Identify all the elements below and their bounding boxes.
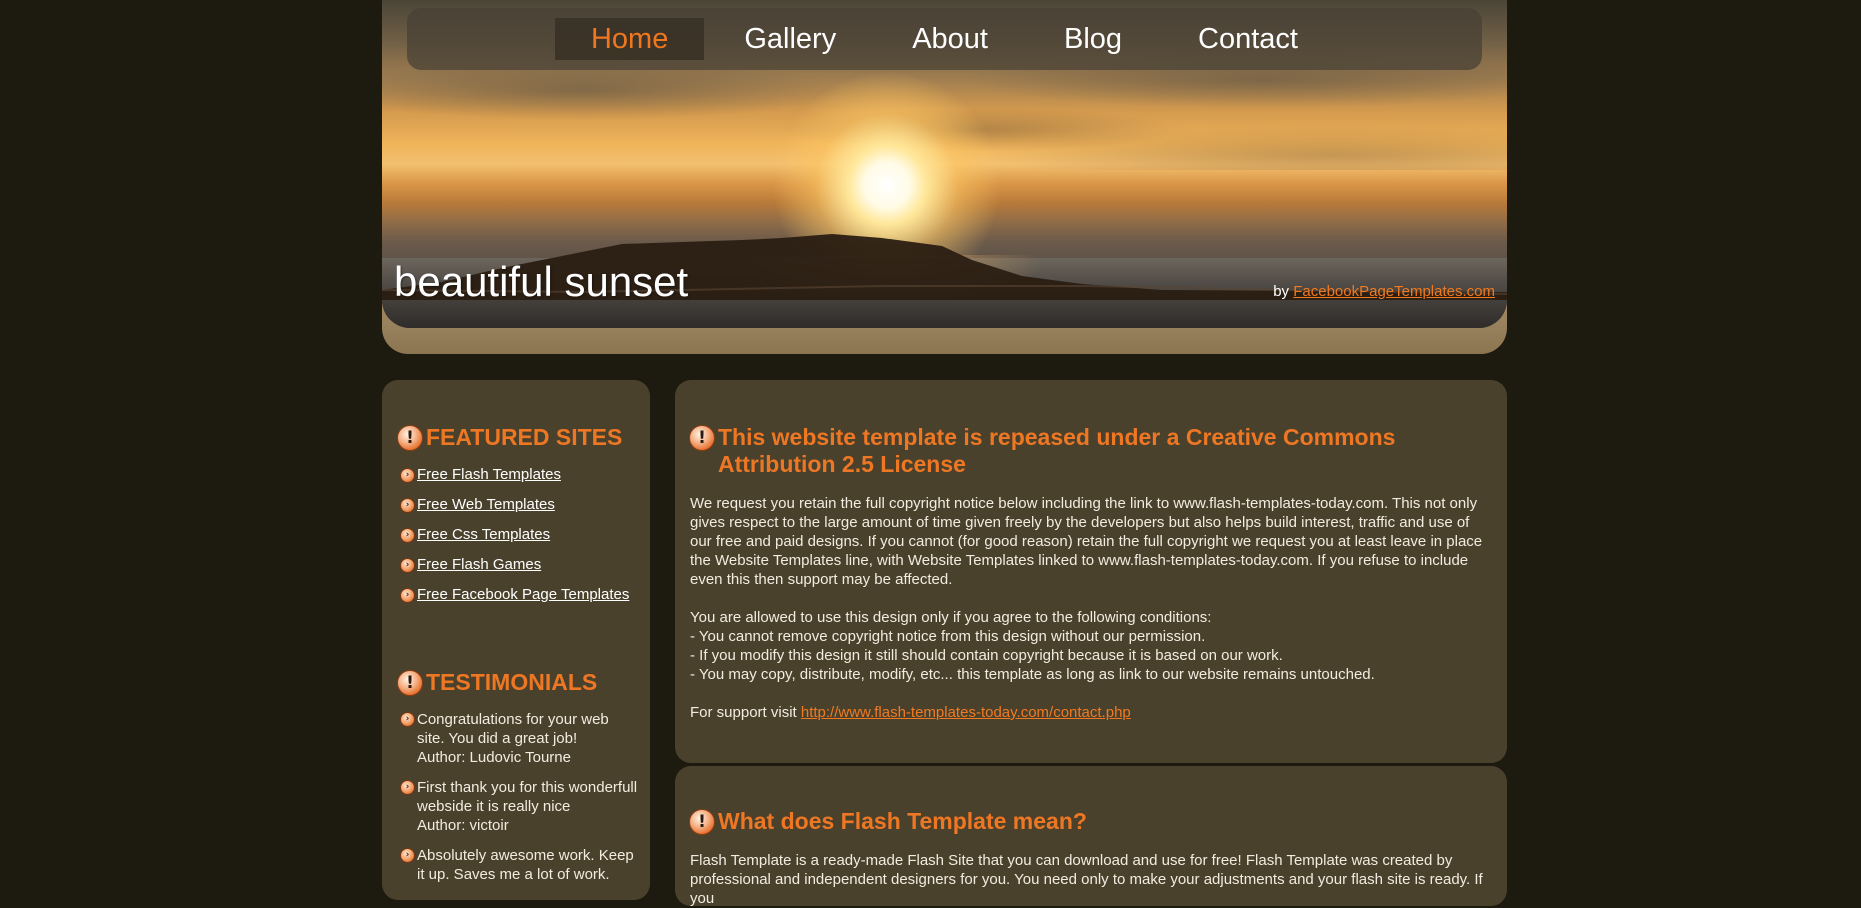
chevron-circle-icon: › <box>400 558 415 573</box>
testimonials-list: › Congratulations for your web site. You… <box>400 710 640 895</box>
license-paragraph: We request you retain the full copyright… <box>690 495 1483 588</box>
main-nav: Home Gallery About Blog Contact <box>407 8 1482 70</box>
license-heading: ! This website template is repeased unde… <box>689 424 1409 478</box>
support-prefix: For support visit <box>690 704 797 721</box>
page-wrapper: Home Gallery About Blog Contact beautifu… <box>382 0 1507 907</box>
flash-template-section: ! What does Flash Template mean? Flash T… <box>675 766 1507 908</box>
testimonial-text: Absolutely awesome work. Keep it up. Sav… <box>417 847 634 883</box>
site-credit: by FacebookPageTemplates.com <box>1273 283 1495 300</box>
link-free-web-templates[interactable]: Free Web Templates <box>417 496 555 513</box>
support-line: For support visit http://www.flash-templ… <box>690 703 1495 722</box>
chevron-circle-icon: › <box>400 780 415 795</box>
nav-item-home[interactable]: Home <box>554 18 705 60</box>
nav-item-gallery[interactable]: Gallery <box>708 18 872 60</box>
site-credit-prefix: by <box>1273 283 1290 300</box>
testimonial-author: Author: Ludovic Tourne <box>417 749 571 766</box>
link-free-flash-templates[interactable]: Free Flash Templates <box>417 466 561 483</box>
sidebar: ! FEATURED SITES › Free Flash Templates … <box>382 380 650 900</box>
header-banner: Home Gallery About Blog Contact beautifu… <box>382 0 1507 328</box>
featured-link-item: › Free Css Templates <box>400 526 640 556</box>
nav-item-about[interactable]: About <box>876 18 1024 60</box>
featured-link-item: › Free Flash Games <box>400 556 640 586</box>
featured-sites-title: FEATURED SITES <box>426 424 623 450</box>
exclamation-circle-icon: ! <box>397 424 423 451</box>
testimonial-author: Author: victoir <box>417 817 509 834</box>
exclamation-circle-icon: ! <box>689 809 715 835</box>
conditions-intro: You are allowed to use this design only … <box>690 609 1212 626</box>
featured-sites-heading: ! FEATURED SITES <box>397 424 622 451</box>
testimonial-item: › Absolutely awesome work. Keep it up. S… <box>400 846 640 884</box>
license-section: ! This website template is repeased unde… <box>675 380 1507 763</box>
flash-title: What does Flash Template mean? <box>718 808 1087 834</box>
testimonials-heading: ! TESTIMONIALS <box>397 669 597 696</box>
link-free-facebook-page-templates[interactable]: Free Facebook Page Templates <box>417 586 629 603</box>
nav-item-blog[interactable]: Blog <box>1028 18 1158 60</box>
link-free-flash-games[interactable]: Free Flash Games <box>417 556 541 573</box>
condition-item: - You cannot remove copyright notice fro… <box>690 628 1206 645</box>
condition-item: - You may copy, distribute, modify, etc.… <box>690 666 1375 683</box>
chevron-circle-icon: › <box>400 498 415 513</box>
chevron-circle-icon: › <box>400 848 415 863</box>
testimonials-title: TESTIMONIALS <box>426 669 598 695</box>
testimonial-text: First thank you for this wonderfull webs… <box>417 779 638 815</box>
testimonial-item: › Congratulations for your web site. You… <box>400 710 640 767</box>
license-body: We request you retain the full copyright… <box>690 494 1495 722</box>
testimonial-item: › First thank you for this wonderfull we… <box>400 778 640 835</box>
chevron-circle-icon: › <box>400 588 415 603</box>
exclamation-circle-icon: ! <box>397 669 423 696</box>
nav-item-contact[interactable]: Contact <box>1162 18 1334 60</box>
flash-body: Flash Template is a ready-made Flash Sit… <box>690 851 1495 908</box>
flash-paragraph: Flash Template is a ready-made Flash Sit… <box>690 852 1483 907</box>
chevron-circle-icon: › <box>400 528 415 543</box>
site-credit-link[interactable]: FacebookPageTemplates.com <box>1293 283 1495 300</box>
flash-heading: ! What does Flash Template mean? <box>689 808 1409 835</box>
site-title: beautiful sunset <box>394 258 689 305</box>
featured-link-item: › Free Flash Templates <box>400 466 640 496</box>
license-title: This website template is repeased under … <box>718 424 1396 477</box>
chevron-circle-icon: › <box>400 468 415 483</box>
featured-links-list: › Free Flash Templates › Free Web Templa… <box>400 466 640 616</box>
featured-link-item: › Free Web Templates <box>400 496 640 526</box>
link-free-css-templates[interactable]: Free Css Templates <box>417 526 550 543</box>
exclamation-circle-icon: ! <box>689 425 715 451</box>
chevron-circle-icon: › <box>400 712 415 727</box>
testimonial-text: Congratulations for your web site. You d… <box>417 711 609 747</box>
support-link[interactable]: http://www.flash-templates-today.com/con… <box>801 704 1131 721</box>
featured-link-item: › Free Facebook Page Templates <box>400 586 640 616</box>
condition-item: - If you modify this design it still sho… <box>690 647 1283 664</box>
